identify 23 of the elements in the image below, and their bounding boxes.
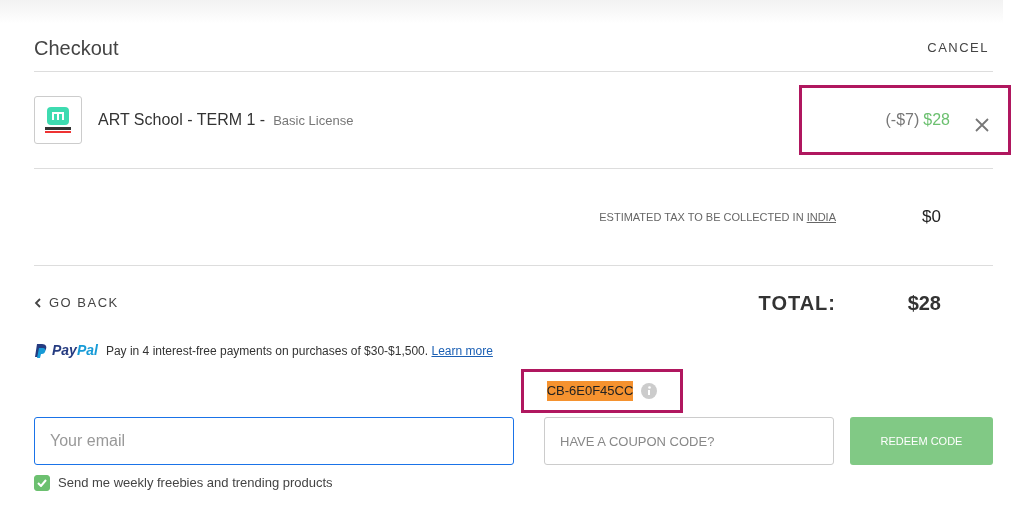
coupon-code: CB-6E0F45CC (546, 381, 634, 401)
email-field[interactable]: Your email (34, 417, 514, 465)
total-label: TOTAL: (758, 291, 836, 316)
paypal-logo: PayPal (34, 340, 98, 361)
go-back-link[interactable]: GO BACK (34, 293, 119, 313)
learn-more-link[interactable]: Learn more (431, 343, 493, 358)
chevron-left-icon (34, 298, 41, 308)
item-price: $28 (923, 110, 950, 130)
newsletter-label: Send me weekly freebies and trending products (58, 474, 333, 492)
product-title: ART School - TERM 1 - (98, 110, 266, 130)
checkmark-icon (37, 478, 47, 487)
license-label: Basic License (273, 112, 354, 130)
page-title: Checkout (34, 35, 119, 61)
tax-amount: $0 (922, 207, 941, 227)
tax-note: ESTIMATED TAX TO BE COLLECTED IN INDIA (599, 209, 836, 225)
coupon-field[interactable]: HAVE A COUPON CODE? (544, 417, 834, 465)
discount-amount: (-$7) (885, 110, 920, 130)
total-amount: $28 (907, 292, 941, 314)
paypal-message: Pay in 4 interest-free payments on purchases of $30-$1,500. Learn more (105, 342, 493, 360)
product-thumbnail (34, 96, 82, 144)
newsletter-checkbox[interactable] (34, 474, 50, 491)
cancel-button[interactable]: CANCEL (927, 37, 989, 58)
info-icon[interactable] (641, 383, 658, 399)
